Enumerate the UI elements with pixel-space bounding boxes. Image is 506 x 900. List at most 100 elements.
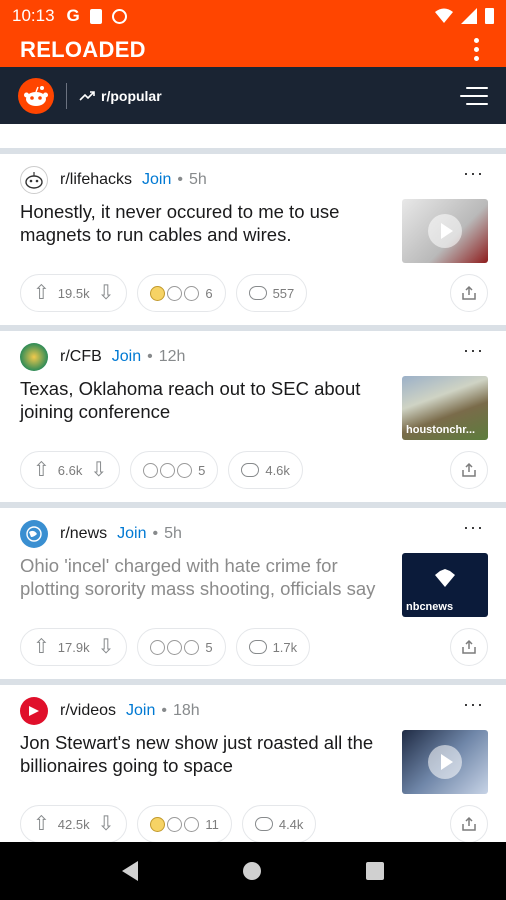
post-age: 12h [158, 348, 186, 365]
post-card[interactable]: r/videos Join • 18h ··· Jon Stewart's ne… [0, 685, 506, 842]
award-icon [150, 816, 166, 832]
comments-button[interactable]: 1.7k [235, 628, 311, 666]
comments-count: 4.6k [265, 462, 290, 478]
post-score: 19.5k [57, 285, 90, 301]
comments-button[interactable]: 4.4k [241, 805, 317, 842]
post-title[interactable]: Texas, Oklahoma reach out to SEC about j… [20, 377, 382, 423]
post-card[interactable]: r/news Join • 5h ··· Ohio 'incel' charge… [0, 508, 506, 679]
post-card[interactable]: r/CFB Join • 12h ··· Texas, Oklahoma rea… [0, 331, 506, 502]
status-bar: 10:13 G [0, 0, 506, 32]
separator-dot: • [177, 171, 183, 188]
vote-group: ⇧ 17.9k ⇩ [20, 628, 128, 666]
comment-icon [254, 817, 273, 831]
awards-count: 6 [205, 285, 213, 301]
post-thumbnail[interactable]: houstonchr... [402, 376, 488, 440]
top-bar: 10:13 G RELOADED [0, 0, 506, 67]
award-icon [150, 285, 166, 301]
join-button[interactable]: Join [112, 348, 141, 366]
upvote-icon[interactable]: ⇧ [33, 460, 50, 480]
post-feed[interactable]: r/lifehacks Join • 5h ··· Honestly, it n… [0, 124, 506, 842]
post-actions: ⇧ 42.5k ⇩ 11 4.4k [20, 805, 488, 842]
share-icon[interactable] [450, 805, 488, 842]
comments-count: 4.4k [278, 816, 304, 832]
separator-dot: • [147, 348, 153, 365]
comments-count: 1.7k [272, 639, 298, 655]
downvote-icon[interactable]: ⇩ [98, 283, 115, 303]
play-icon [428, 214, 462, 248]
subreddit-avatar-icon[interactable] [20, 166, 48, 194]
wifi-icon [435, 8, 453, 23]
status-notification-icons: G [67, 6, 127, 26]
post-score: 6.6k [57, 462, 83, 478]
post-options-icon[interactable]: ··· [463, 341, 484, 359]
trending-icon [79, 90, 95, 101]
post-thumbnail[interactable]: nbcnews [402, 553, 488, 617]
signal-icon [461, 8, 477, 24]
post-options-icon[interactable]: ··· [463, 518, 484, 536]
previous-post-edge [0, 124, 506, 148]
awards-button[interactable]: 5 [137, 628, 226, 666]
post-actions: ⇧ 19.5k ⇩ 6 557 [20, 274, 488, 312]
subreddit-avatar-icon[interactable] [20, 697, 48, 725]
upvote-icon[interactable]: ⇧ [33, 637, 50, 657]
post-thumbnail[interactable] [402, 199, 488, 263]
join-button[interactable]: Join [117, 525, 146, 543]
app-title: RELOADED [20, 36, 146, 62]
subreddit-selector[interactable]: r/popular [79, 88, 162, 104]
post-score: 17.9k [57, 639, 90, 655]
award-icon [177, 462, 193, 478]
upvote-icon[interactable]: ⇧ [33, 283, 50, 303]
awards-count: 5 [205, 639, 213, 655]
post-thumbnail[interactable] [402, 730, 488, 794]
system-navigation-bar [0, 842, 506, 900]
back-icon[interactable] [122, 861, 139, 881]
comments-button[interactable]: 557 [235, 274, 308, 312]
post-card[interactable]: r/lifehacks Join • 5h ··· Honestly, it n… [0, 154, 506, 325]
share-icon[interactable] [450, 274, 488, 312]
post-subreddit[interactable]: r/news [60, 525, 107, 543]
vote-group: ⇧ 42.5k ⇩ [20, 805, 128, 842]
vote-group: ⇧ 19.5k ⇩ [20, 274, 128, 312]
post-subreddit[interactable]: r/CFB [60, 348, 102, 366]
post-actions: ⇧ 17.9k ⇩ 5 1.7k [20, 628, 488, 666]
nav-divider [66, 82, 67, 109]
award-icon [184, 639, 200, 655]
join-button[interactable]: Join [126, 702, 155, 720]
post-title[interactable]: Jon Stewart's new show just roasted all … [20, 731, 382, 777]
post-age: 5h [164, 525, 182, 542]
comment-icon [241, 463, 260, 477]
reddit-logo-icon[interactable] [18, 77, 54, 114]
post-score: 42.5k [57, 816, 90, 832]
join-button[interactable]: Join [142, 171, 171, 189]
subreddit-avatar-icon[interactable] [20, 343, 48, 371]
post-options-icon[interactable]: ··· [463, 164, 484, 182]
post-subreddit[interactable]: r/videos [60, 702, 116, 720]
post-title[interactable]: Honestly, it never occured to me to use … [20, 200, 382, 246]
home-icon[interactable] [242, 862, 261, 880]
share-icon[interactable] [450, 628, 488, 666]
upvote-icon[interactable]: ⇧ [33, 814, 50, 834]
post-options-icon[interactable]: ··· [463, 695, 484, 713]
post-title[interactable]: Ohio 'incel' charged with hate crime for… [20, 554, 382, 600]
sd-card-icon [89, 8, 102, 24]
share-icon[interactable] [450, 451, 488, 489]
post-subreddit[interactable]: r/lifehacks [60, 171, 132, 189]
overflow-menu-icon[interactable] [466, 38, 486, 62]
award-icon [150, 639, 166, 655]
downvote-icon[interactable]: ⇩ [90, 460, 107, 480]
menu-icon[interactable] [460, 86, 488, 105]
awards-button[interactable]: 11 [137, 805, 232, 842]
comments-button[interactable]: 4.6k [228, 451, 303, 489]
nbc-peacock-icon [435, 569, 455, 587]
thumbnail-domain: nbcnews [406, 601, 454, 613]
awards-button[interactable]: 5 [130, 451, 219, 489]
google-icon: G [66, 6, 80, 25]
awards-button[interactable]: 6 [137, 274, 226, 312]
downvote-icon[interactable]: ⇩ [98, 637, 115, 657]
data-saver-icon [111, 8, 127, 24]
downvote-icon[interactable]: ⇩ [98, 814, 115, 834]
subreddit-avatar-icon[interactable] [20, 520, 48, 548]
recent-apps-icon[interactable] [365, 862, 384, 880]
award-icon [160, 462, 176, 478]
award-icon [167, 285, 183, 301]
